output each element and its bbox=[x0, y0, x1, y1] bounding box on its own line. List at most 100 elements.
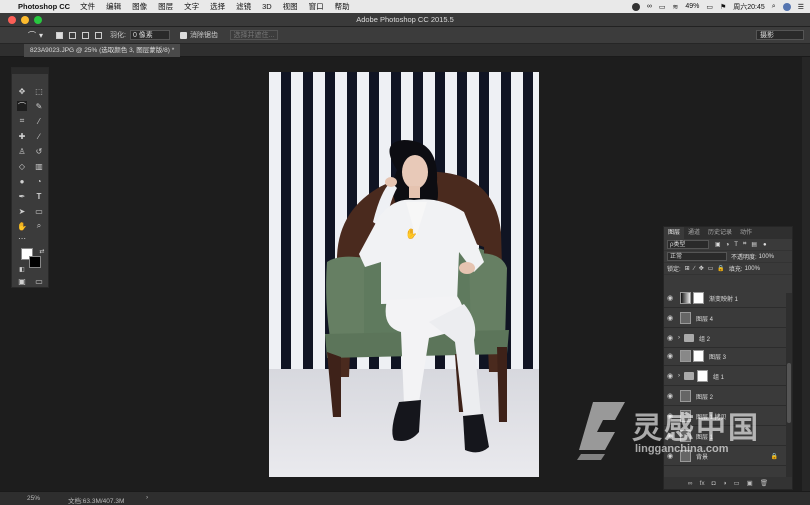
zoom-level[interactable]: 25% bbox=[27, 495, 40, 502]
pen-tool-icon[interactable]: ✒ bbox=[17, 191, 27, 201]
add-to-selection-icon[interactable] bbox=[69, 31, 76, 39]
lock-position-icon[interactable]: ✥ bbox=[699, 265, 704, 272]
lock-transparent-icon[interactable]: ⊞ bbox=[685, 265, 690, 272]
menu-select[interactable]: 选择 bbox=[210, 1, 225, 12]
filter-adjustment-icon[interactable]: ◑ bbox=[726, 242, 730, 248]
record-icon[interactable] bbox=[631, 2, 640, 11]
delete-layer-icon[interactable]: 🗑 bbox=[760, 479, 768, 487]
feather-input[interactable]: 0 像素 bbox=[129, 30, 170, 40]
layer-mask-thumbnail[interactable] bbox=[693, 292, 704, 304]
layer-name[interactable]: 渐变映射 1 bbox=[709, 294, 738, 303]
layer-mask-thumbnail[interactable] bbox=[697, 370, 708, 382]
new-group-icon[interactable]: ▭ bbox=[734, 479, 740, 487]
subtract-selection-icon[interactable] bbox=[82, 31, 89, 39]
crop-tool-icon[interactable]: ⌗ bbox=[17, 116, 27, 126]
screen-mode-icon[interactable]: ▭ bbox=[34, 276, 44, 286]
eyedropper-tool-icon[interactable]: ⁄ bbox=[34, 116, 44, 126]
history-brush-tool-icon[interactable]: ↺ bbox=[34, 146, 44, 156]
document-tab[interactable]: 823A9023.JPG @ 25% (选取颜色 3, 图层蒙版/8) * bbox=[24, 44, 181, 57]
intersect-selection-icon[interactable] bbox=[95, 31, 102, 39]
filter-toggle-icon[interactable]: ● bbox=[763, 242, 767, 248]
move-tool-icon[interactable]: ✥ bbox=[17, 86, 27, 96]
blend-mode-select[interactable]: 正常 bbox=[667, 252, 727, 261]
healing-brush-tool-icon[interactable]: ✚ bbox=[17, 131, 27, 141]
wifi-icon[interactable]: ≋ bbox=[672, 3, 678, 11]
eye-icon[interactable]: ◉ bbox=[664, 372, 676, 380]
link-layers-icon[interactable]: ∞ bbox=[688, 480, 693, 487]
layer-name[interactable]: 图层 3 bbox=[709, 352, 726, 361]
add-mask-icon[interactable]: ◘ bbox=[712, 480, 716, 487]
tab-actions[interactable]: 动作 bbox=[736, 227, 756, 239]
layer-style-icon[interactable]: fx bbox=[700, 480, 705, 487]
lock-artboard-icon[interactable]: ▭ bbox=[708, 265, 714, 272]
quick-mask-icon[interactable]: ▣ bbox=[17, 276, 27, 286]
tab-history[interactable]: 历史记录 bbox=[704, 227, 736, 239]
marquee-tool-icon[interactable]: ⬚ bbox=[34, 86, 44, 96]
menu-window[interactable]: 窗口 bbox=[309, 1, 324, 12]
menu-view[interactable]: 视图 bbox=[283, 1, 298, 12]
hand-tool-icon[interactable]: ✋ bbox=[17, 221, 27, 231]
layer-filter-select[interactable]: ρ类型 bbox=[667, 240, 709, 249]
new-selection-icon[interactable] bbox=[56, 31, 63, 39]
blur-tool-icon[interactable]: ● bbox=[17, 176, 27, 186]
type-tool-icon[interactable]: T bbox=[34, 191, 44, 201]
creative-cloud-icon[interactable]: ∞ bbox=[647, 3, 652, 10]
layer-row[interactable]: ◉ 图层 3 bbox=[664, 347, 786, 366]
tab-channels[interactable]: 通道 bbox=[684, 227, 704, 239]
path-select-tool-icon[interactable]: ➤ bbox=[17, 206, 27, 216]
spotlight-icon[interactable]: ⌕ bbox=[772, 3, 776, 11]
eye-icon[interactable]: ◉ bbox=[664, 334, 676, 342]
lock-all-icon[interactable]: 🔒 bbox=[717, 265, 724, 272]
swap-colors-icon[interactable]: ⇄ bbox=[37, 246, 47, 256]
eye-icon[interactable]: ◉ bbox=[664, 314, 676, 322]
menu-layer[interactable]: 图层 bbox=[158, 1, 173, 12]
new-adjustment-icon[interactable]: ◑ bbox=[723, 480, 727, 487]
lasso-tool-icon[interactable]: ⌒ bbox=[17, 101, 27, 111]
filter-shape-icon[interactable]: ⌗ bbox=[743, 241, 746, 248]
menu-3d[interactable]: 3D bbox=[262, 2, 272, 11]
clone-stamp-tool-icon[interactable]: ♙ bbox=[17, 146, 27, 156]
layer-row[interactable]: ◉ › 组 2 bbox=[664, 329, 786, 348]
zoom-tool-icon[interactable]: ⌕ bbox=[34, 221, 44, 231]
layer-name[interactable]: 组 2 bbox=[699, 334, 710, 343]
select-and-mask-button[interactable]: 选择并遮住... bbox=[229, 30, 278, 40]
clock[interactable]: 周六20:45 bbox=[733, 2, 765, 12]
layer-row[interactable]: ◉ 图层 4 bbox=[664, 309, 786, 328]
document-canvas[interactable]: ✋ bbox=[269, 72, 539, 477]
status-menu-arrow[interactable]: › bbox=[146, 494, 148, 501]
notification-list-icon[interactable]: ☰ bbox=[798, 3, 804, 11]
menu-app-name[interactable]: Photoshop CC bbox=[18, 2, 70, 11]
chevron-down-icon[interactable]: ▾ bbox=[38, 29, 44, 41]
lasso-tool-preset-icon[interactable]: ⌒ bbox=[26, 29, 38, 41]
quick-select-tool-icon[interactable]: ✎ bbox=[34, 101, 44, 111]
menu-file[interactable]: 文件 bbox=[80, 1, 95, 12]
brush-tool-icon[interactable]: ∕ bbox=[34, 131, 44, 141]
gradient-tool-icon[interactable]: ▥ bbox=[34, 161, 44, 171]
new-layer-icon[interactable]: ▣ bbox=[747, 479, 753, 487]
layer-mask-thumbnail[interactable] bbox=[693, 350, 704, 362]
filter-pixel-icon[interactable]: ▣ bbox=[715, 241, 721, 248]
layer-name[interactable]: 组 1 bbox=[713, 372, 724, 381]
eye-icon[interactable]: ◉ bbox=[664, 294, 676, 302]
battery-icon[interactable]: ▭ bbox=[706, 3, 713, 11]
workspace-select[interactable]: 摄影 bbox=[756, 30, 804, 40]
lock-pixels-icon[interactable]: ∕ bbox=[694, 266, 695, 272]
tab-layers[interactable]: 图层 bbox=[664, 227, 685, 239]
more-tools-icon[interactable]: ⋯ bbox=[17, 233, 27, 243]
menu-type[interactable]: 文字 bbox=[184, 1, 199, 12]
background-color-swatch[interactable] bbox=[29, 256, 41, 268]
eraser-tool-icon[interactable]: ◇ bbox=[17, 161, 27, 171]
user-avatar-icon[interactable] bbox=[782, 2, 791, 11]
shape-tool-icon[interactable]: ▭ bbox=[34, 206, 44, 216]
chevron-right-icon[interactable]: › bbox=[678, 373, 680, 379]
menu-help[interactable]: 帮助 bbox=[335, 1, 350, 12]
fill-input[interactable]: 100% bbox=[745, 266, 760, 272]
default-colors-icon[interactable]: ◧ bbox=[17, 264, 27, 274]
dodge-tool-icon[interactable]: ◔ bbox=[34, 176, 44, 186]
menu-edit[interactable]: 编辑 bbox=[106, 1, 121, 12]
eye-icon[interactable]: ◉ bbox=[664, 352, 676, 360]
filter-type-icon[interactable]: T bbox=[734, 242, 738, 248]
menu-filter[interactable]: 滤镜 bbox=[236, 1, 251, 12]
layer-name[interactable]: 图层 4 bbox=[696, 314, 713, 323]
flag-icon[interactable]: ⚑ bbox=[720, 3, 726, 11]
